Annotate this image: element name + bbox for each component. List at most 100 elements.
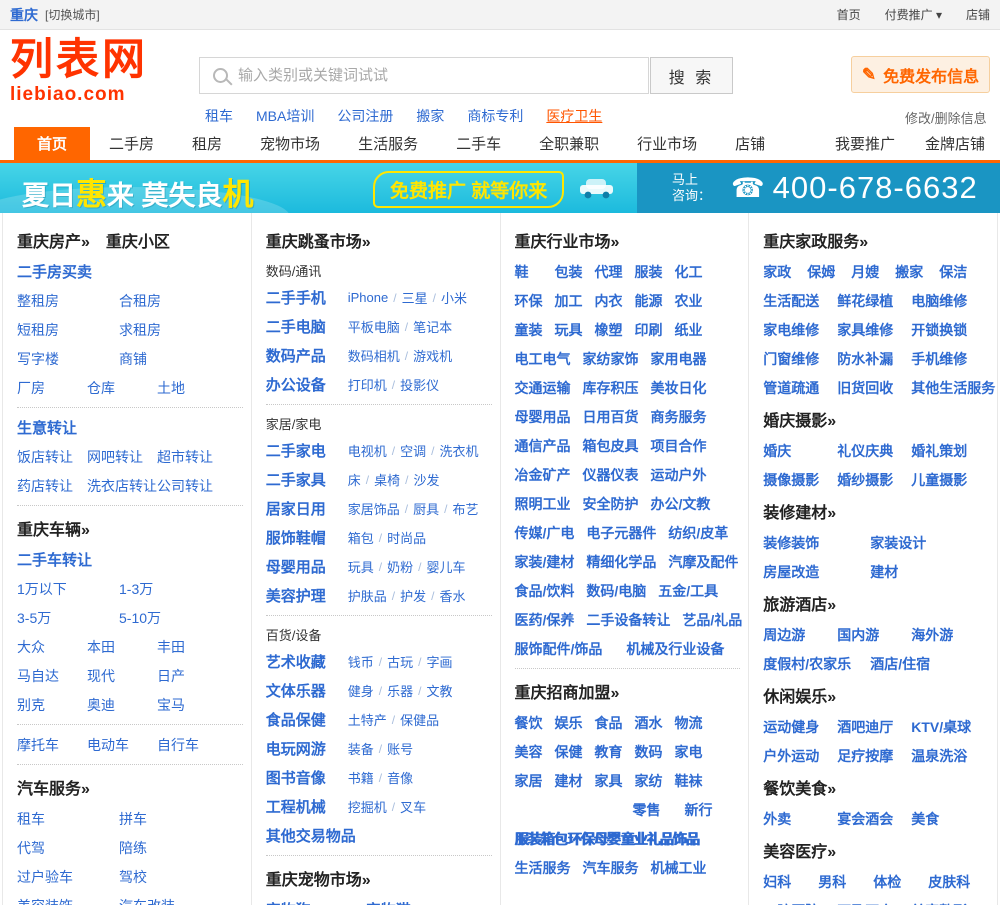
- category-link[interactable]: 仪器仪表: [583, 465, 639, 485]
- nav-item-生活服务[interactable]: 生活服务: [339, 127, 437, 160]
- category-link[interactable]: 教育: [595, 742, 623, 762]
- hot-link[interactable]: 公司注册: [337, 106, 393, 126]
- category-link[interactable]: 建材: [870, 562, 963, 582]
- category-link[interactable]: 医药/保养: [515, 610, 575, 630]
- category-link[interactable]: 旧货回收: [837, 378, 897, 398]
- category-link[interactable]: 自行车: [157, 735, 227, 755]
- sub-category-link[interactable]: 钱币: [348, 652, 374, 671]
- lead-category-link[interactable]: 美容护理: [266, 585, 338, 606]
- category-link[interactable]: 男科: [818, 872, 859, 892]
- category-link[interactable]: 足疗按摩: [837, 746, 897, 766]
- category-link[interactable]: 网吧转让: [87, 447, 157, 467]
- search-button[interactable]: 搜 索: [650, 57, 733, 94]
- section-header-link[interactable]: 汽车服务»: [17, 775, 90, 799]
- category-link[interactable]: 酒吧迪厅: [837, 717, 897, 737]
- current-city-link[interactable]: 重庆: [10, 5, 38, 25]
- lead-category-link[interactable]: 食品保健: [266, 709, 338, 730]
- section-header-link[interactable]: 重庆招商加盟»: [515, 679, 620, 703]
- lead-category-link[interactable]: 图书音像: [266, 767, 338, 788]
- category-link[interactable]: 交通运输: [515, 378, 571, 398]
- category-link[interactable]: 童业礼品饰品: [621, 829, 699, 849]
- category-link[interactable]: 丰田: [157, 637, 227, 657]
- nav-right-item[interactable]: 金牌店铺: [910, 127, 1000, 160]
- category-link[interactable]: 拼车: [119, 809, 221, 829]
- category-link[interactable]: 家用电器: [651, 349, 707, 369]
- nav-item-宠物市场[interactable]: 宠物市场: [241, 127, 339, 160]
- sub-category-link[interactable]: 文教: [426, 681, 452, 700]
- nav-item-首页[interactable]: 首页: [14, 127, 90, 160]
- category-link[interactable]: 箱包皮具: [583, 436, 639, 456]
- category-link[interactable]: 机械及行业设备: [626, 639, 724, 659]
- section-header-link[interactable]: 餐饮美食»: [763, 775, 836, 799]
- category-link[interactable]: 皮肤科: [928, 872, 970, 892]
- sub-category-link[interactable]: 笔记本: [413, 317, 452, 336]
- lead-category-link[interactable]: 生意转让: [17, 417, 77, 438]
- category-link[interactable]: 生活服务: [515, 858, 571, 878]
- sub-category-link[interactable]: 奶粉: [387, 557, 413, 576]
- category-link[interactable]: 体检: [873, 872, 914, 892]
- category-link[interactable]: 电子元器件: [586, 523, 656, 543]
- sub-category-link[interactable]: 书籍: [348, 768, 374, 787]
- category-link[interactable]: 服饰配件/饰品: [515, 639, 603, 659]
- sub-category-link[interactable]: 玩具: [348, 557, 374, 576]
- category-link[interactable]: KTV/桌球: [911, 717, 971, 737]
- category-link[interactable]: 家政: [763, 262, 793, 282]
- promo-banner[interactable]: 夏日惠来 莫失良机 免费推广 就等你来 马上 咨询： ☎ 400-678-663…: [0, 163, 1000, 213]
- category-link[interactable]: 酒店/住宿: [870, 654, 963, 674]
- category-link[interactable]: 电动车: [87, 735, 157, 755]
- category-link[interactable]: 美容装饰: [17, 896, 119, 906]
- category-link[interactable]: 温泉洗浴: [911, 746, 971, 766]
- category-link[interactable]: 美容整形: [911, 901, 971, 906]
- hot-link[interactable]: MBA培训: [256, 106, 314, 126]
- category-link[interactable]: 别克: [17, 695, 87, 715]
- category-link[interactable]: 安全防护: [583, 494, 639, 514]
- nav-item-二手房[interactable]: 二手房: [90, 127, 173, 160]
- category-link[interactable]: 防水补漏: [837, 349, 897, 369]
- category-link[interactable]: 印刷: [635, 320, 663, 340]
- category-link[interactable]: 家装/建材: [515, 552, 575, 572]
- hot-link[interactable]: 商标专利: [467, 106, 523, 126]
- category-link[interactable]: 照明工业: [515, 494, 571, 514]
- category-link[interactable]: 现代: [87, 666, 157, 686]
- category-link[interactable]: 不孕不育: [837, 901, 897, 906]
- sub-category-link[interactable]: 家居饰品: [348, 499, 400, 518]
- sub-category-link[interactable]: 婴儿车: [426, 557, 465, 576]
- category-link[interactable]: 保洁: [939, 262, 969, 282]
- category-link[interactable]: 外卖: [763, 809, 823, 829]
- category-link[interactable]: 数码/电脑: [586, 581, 646, 601]
- section-header-link[interactable]: 旅游酒店»: [763, 591, 836, 615]
- category-link[interactable]: 童装: [515, 320, 543, 340]
- sub-category-link[interactable]: 投影仪: [400, 375, 439, 394]
- sub-category-link[interactable]: 健身: [348, 681, 374, 700]
- category-link[interactable]: 环保母婴: [568, 829, 620, 849]
- category-link[interactable]: 过户验车: [17, 867, 119, 887]
- category-link[interactable]: 口腔医院: [763, 901, 823, 906]
- sub-category-link[interactable]: 游戏机: [413, 346, 452, 365]
- category-link[interactable]: 汽摩及配件: [668, 552, 738, 572]
- category-link[interactable]: 鞋袜: [675, 771, 703, 791]
- category-link[interactable]: 周边游: [763, 625, 823, 645]
- category-link[interactable]: 家纺家饰: [583, 349, 639, 369]
- category-link[interactable]: 婚庆: [763, 441, 823, 461]
- category-link[interactable]: 整租房: [17, 291, 119, 311]
- sub-category-link[interactable]: 打印机: [348, 375, 387, 394]
- hot-link[interactable]: 医疗卫生: [546, 106, 602, 126]
- category-link[interactable]: 代理: [595, 262, 623, 282]
- sub-category-link[interactable]: 土特产: [348, 710, 387, 729]
- category-link[interactable]: 宠物猫: [366, 899, 466, 905]
- site-logo[interactable]: 列表网 liebiao.com: [10, 39, 148, 104]
- category-link[interactable]: 内衣: [595, 291, 623, 311]
- category-link[interactable]: 短租房: [17, 320, 119, 340]
- category-link[interactable]: 礼仪庆典: [837, 441, 897, 461]
- sub-category-link[interactable]: iPhone: [348, 290, 388, 305]
- category-link[interactable]: 环保: [515, 291, 543, 311]
- section-header-link[interactable]: 重庆家政服务»: [763, 228, 868, 252]
- category-link[interactable]: 手机维修: [911, 349, 971, 369]
- category-link[interactable]: 五金/工具: [658, 581, 718, 601]
- sub-category-link[interactable]: 挖掘机: [348, 797, 387, 816]
- sub-category-link[interactable]: 小米: [441, 288, 467, 307]
- category-link[interactable]: 厂房: [17, 378, 87, 398]
- lead-category-link[interactable]: 二手手机: [266, 287, 338, 308]
- category-link[interactable]: 管道疏通: [763, 378, 823, 398]
- nav-right-item[interactable]: 我要推广: [820, 127, 910, 160]
